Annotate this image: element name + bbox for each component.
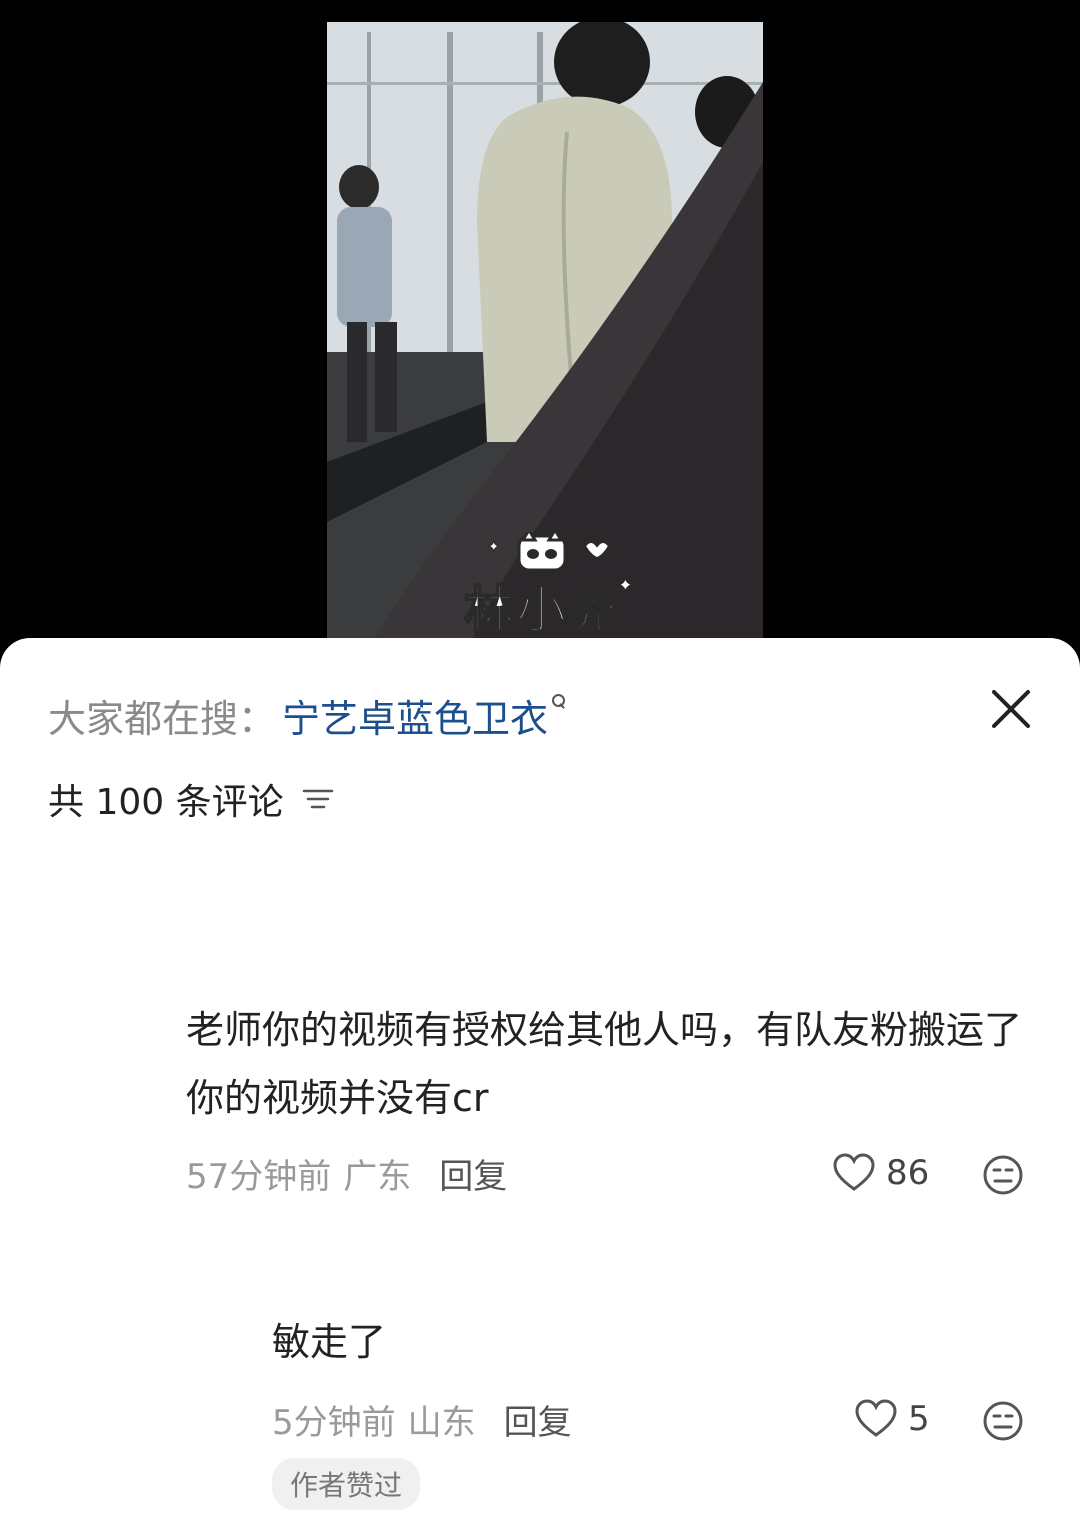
comment-time: 5分钟前 [272, 1402, 396, 1443]
comment-sheet: 大家都在搜： 宁艺卓蓝色卫衣 共 100 条评论 老师你的视频有授权给其他人吗，… [0, 638, 1080, 1532]
author-liked-badge: 作者赞过 [272, 1458, 421, 1510]
close-button[interactable] [984, 682, 1038, 736]
comment-item: 老师你的视频有授权给其他人吗，有队友粉搬运了你的视频并没有cr [186, 996, 1036, 1132]
like-button[interactable]: 86 [832, 1150, 929, 1196]
trending-search[interactable]: 大家都在搜： 宁艺卓蓝色卫衣 [48, 688, 566, 743]
heart-icon [855, 1399, 897, 1437]
heart-icon [833, 1153, 875, 1191]
like-count: 86 [886, 1153, 930, 1193]
like-button[interactable]: 5 [854, 1396, 930, 1442]
video-player[interactable]: ✦ ✦ 林小尧 [0, 0, 1080, 660]
dislike-icon[interactable] [982, 1400, 1024, 1442]
watermark-text: 林小尧 [463, 580, 620, 640]
comment-meta: 5分钟前 山东 回复 [272, 1395, 572, 1444]
dislike-icon[interactable] [982, 1154, 1024, 1196]
trending-search-term[interactable]: 宁艺卓蓝色卫衣 [282, 688, 548, 743]
comment-text[interactable]: 老师你的视频有授权给其他人吗，有队友粉搬运了你的视频并没有cr [186, 996, 1036, 1132]
video-frame[interactable]: ✦ ✦ 林小尧 [327, 22, 763, 652]
trending-search-label: 大家都在搜： [48, 696, 277, 741]
comment-count: 共 100 条评论 [48, 782, 284, 823]
comment-time: 57分钟前 [186, 1156, 332, 1197]
comment-location: 广东 [343, 1156, 412, 1197]
reply-button[interactable]: 回复 [504, 1395, 572, 1444]
svg-text:✦: ✦ [487, 537, 500, 556]
reply-button[interactable]: 回复 [439, 1149, 507, 1198]
comment-item: 敏走了 [272, 1308, 972, 1376]
close-icon [992, 690, 1030, 728]
watermark: ✦ ✦ 林小尧 [437, 532, 647, 642]
sort-icon[interactable] [302, 787, 334, 811]
comment-text[interactable]: 敏走了 [272, 1308, 972, 1376]
comment-location: 山东 [407, 1402, 476, 1443]
like-count: 5 [908, 1399, 930, 1439]
comments-header: 共 100 条评论 [48, 776, 334, 823]
comment-meta: 57分钟前 广东 回复 [186, 1149, 507, 1198]
search-icon [552, 694, 566, 714]
